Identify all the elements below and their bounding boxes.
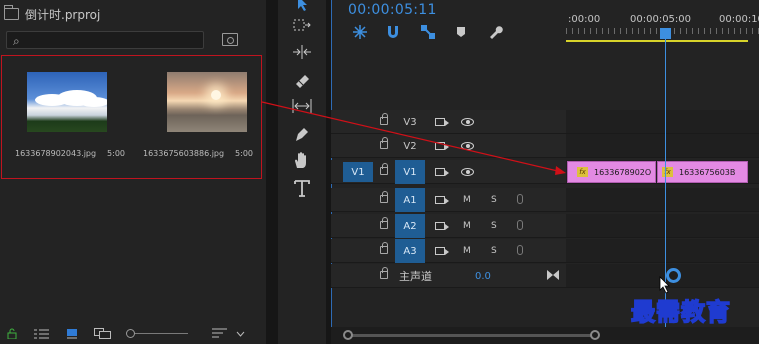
- watermark: 最需教育: [630, 297, 731, 327]
- premiere-window: 倒计时.prproj ⌕ 1633678902043.jpg 5:00 1633…: [0, 0, 759, 344]
